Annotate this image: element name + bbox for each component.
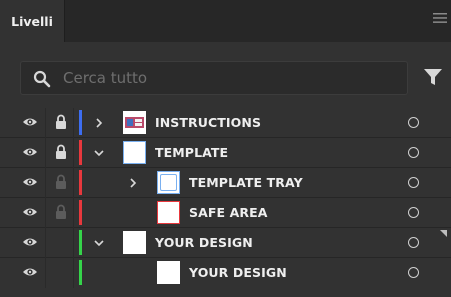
eye-icon[interactable] — [22, 146, 38, 158]
eye-icon[interactable] — [22, 236, 38, 248]
layer-thumbnail — [157, 201, 180, 224]
eye-icon[interactable] — [22, 206, 38, 218]
search-input[interactable] — [63, 62, 393, 94]
eye-icon[interactable] — [22, 266, 38, 278]
target-circle-icon[interactable] — [408, 177, 419, 188]
chevron-right-icon[interactable] — [128, 178, 138, 188]
target-circle-icon[interactable] — [408, 237, 419, 248]
layer-thumbnail — [157, 171, 180, 194]
layer-name: TEMPLATE TRAY — [189, 175, 303, 190]
lock-icon[interactable] — [55, 144, 67, 160]
panel-tab-bar: Livelli — [0, 0, 451, 42]
layer-color-indicator — [79, 260, 82, 285]
layer-name: YOUR DESIGN — [155, 235, 253, 250]
layer-row-template[interactable]: TEMPLATE — [0, 138, 451, 168]
layer-name: TEMPLATE — [155, 145, 229, 160]
search-box — [20, 61, 408, 95]
layer-thumbnail — [123, 231, 146, 254]
layer-row-your-design-sublayer[interactable]: YOUR DESIGN — [0, 258, 451, 288]
layer-row-template-tray[interactable]: TEMPLATE TRAY — [0, 168, 451, 198]
chevron-down-icon[interactable] — [94, 148, 104, 158]
hamburger-menu-icon[interactable] — [433, 12, 447, 24]
layers-list: INSTRUCTIONS TEMPLATE TEMPLATE TRAY SAFE… — [0, 108, 451, 293]
target-circle-icon[interactable] — [408, 147, 419, 158]
layer-name: YOUR DESIGN — [189, 265, 287, 280]
layer-color-indicator — [79, 140, 82, 165]
layer-thumbnail — [123, 141, 146, 164]
search-icon — [33, 70, 51, 88]
target-circle-icon[interactable] — [408, 207, 419, 218]
layer-row-safe-area[interactable]: SAFE AREA — [0, 198, 451, 228]
layer-name: SAFE AREA — [189, 205, 268, 220]
eye-icon[interactable] — [22, 116, 38, 128]
filter-icon[interactable] — [423, 67, 443, 87]
selection-corner-marker — [440, 230, 447, 237]
chevron-right-icon[interactable] — [94, 118, 104, 128]
layer-color-indicator — [79, 110, 82, 135]
tab-layers[interactable]: Livelli — [0, 0, 65, 42]
eye-icon[interactable] — [22, 176, 38, 188]
layer-thumbnail — [157, 261, 180, 284]
layer-row-instructions[interactable]: INSTRUCTIONS — [0, 108, 451, 138]
lock-icon[interactable] — [55, 114, 67, 130]
layer-name: INSTRUCTIONS — [155, 115, 262, 130]
layer-thumbnail — [123, 111, 146, 134]
layer-color-indicator — [79, 230, 82, 255]
layer-color-indicator — [79, 170, 82, 195]
layer-row-your-design[interactable]: YOUR DESIGN — [0, 228, 451, 258]
lock-inherited-icon — [56, 174, 66, 189]
layer-color-indicator — [79, 200, 82, 225]
chevron-down-icon[interactable] — [94, 238, 104, 248]
lock-inherited-icon — [56, 204, 66, 219]
target-circle-icon[interactable] — [408, 267, 419, 278]
target-circle-icon[interactable] — [408, 117, 419, 128]
